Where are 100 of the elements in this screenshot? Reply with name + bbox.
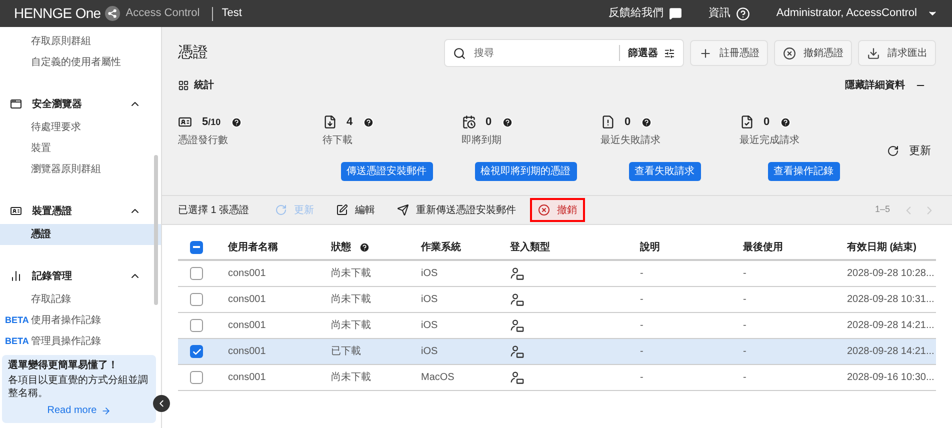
read-more-link[interactable]: Read more xyxy=(8,403,150,418)
stat-value: 0 xyxy=(486,114,492,130)
user-menu[interactable]: Administrator, AccessControl xyxy=(776,5,938,22)
help-icon xyxy=(362,116,374,128)
column-header: 狀態 xyxy=(331,240,351,254)
selection-count: 已選擇 1 張憑證 xyxy=(178,204,250,218)
filter-button[interactable]: 篩選器 xyxy=(628,46,675,60)
banner-text: 各項目以更直覺的方式分組並調整名稱。 xyxy=(8,374,149,400)
table-cell-text: cons001 xyxy=(228,345,267,359)
sidebar-item[interactable]: 憑證 xyxy=(0,224,161,245)
table-row[interactable]: cons001 尚未下載 iOS - - 2028-09-28 10:31... xyxy=(178,287,936,313)
table-cell-text: - xyxy=(640,319,644,333)
help-icon xyxy=(736,6,750,20)
stat-value: 4 xyxy=(346,114,353,130)
user-card-icon xyxy=(510,292,524,306)
sidebar-section[interactable]: 記錄管理 xyxy=(0,263,161,289)
beta-label: BETA xyxy=(5,314,29,327)
table-cell-text: cons001 xyxy=(228,319,267,333)
sidebar-item[interactable]: 自定義的使用者屬性 xyxy=(0,52,161,73)
section-title: 裝置憑證 xyxy=(32,204,72,218)
table-row[interactable]: cons001 尚未下載 MacOS - - 2028-09-16 10:30... xyxy=(178,365,936,391)
table-row[interactable]: cons001 已下載 iOS - - 2028-09-28 14:21... xyxy=(178,339,936,365)
stats-title: 統計 xyxy=(194,78,214,92)
table-cell-text: iOS xyxy=(421,319,439,333)
search-field[interactable]: 搜尋 篩選器 xyxy=(444,39,684,67)
banner-title: 選單變得更簡單易懂了！ xyxy=(8,360,119,372)
table-cell-text: - xyxy=(640,267,644,281)
toolbar-button[interactable]: 撤銷 xyxy=(530,198,586,222)
help-icon xyxy=(230,116,242,128)
checkbox[interactable] xyxy=(190,240,203,254)
sidebar-item[interactable]: BETA 管理員操作記錄 xyxy=(0,331,161,352)
plus-icon xyxy=(698,46,712,60)
checkbox[interactable] xyxy=(190,267,203,280)
checkbox[interactable] xyxy=(190,371,203,384)
table-cell-text: - xyxy=(743,319,748,333)
table-cell-text: 2028-09-28 14:21... xyxy=(847,345,936,359)
refresh-button[interactable]: 更新 xyxy=(887,143,931,160)
help-icon xyxy=(640,116,652,128)
page-title: 憑證 xyxy=(178,42,208,63)
table-row[interactable]: cons001 尚未下載 iOS - - 2028-09-28 10:28... xyxy=(178,261,936,287)
table-cell-text: - xyxy=(743,293,748,307)
checkbox[interactable] xyxy=(190,293,203,306)
hide-details-button[interactable]: 隱藏詳細資料 xyxy=(845,78,926,92)
table-cell-text: - xyxy=(640,293,644,307)
table-cell-text: 尚未下載 xyxy=(331,370,372,385)
table-cell-text: 尚未下載 xyxy=(331,318,372,333)
column-header: 作業系統 xyxy=(421,240,461,254)
sidebar-section[interactable]: 裝置憑證 xyxy=(0,198,161,224)
file-check-icon xyxy=(740,115,754,129)
action-button[interactable]: 撤銷憑證 xyxy=(774,40,852,66)
sidebar-item[interactable]: 裝置 xyxy=(0,138,161,159)
edit-icon xyxy=(336,204,348,216)
column-header: 登入類型 xyxy=(510,240,550,254)
sidebar-item[interactable]: 存取原則群組 xyxy=(0,31,161,52)
table-cell-text: - xyxy=(743,345,748,359)
column-header: 有效日期 (結束) xyxy=(847,240,916,254)
table-cell-text: - xyxy=(640,371,644,385)
product-name: Access Control xyxy=(126,6,200,22)
stat-button[interactable]: 傳送憑證安裝郵件 xyxy=(340,162,432,181)
share-icon xyxy=(104,6,120,21)
user-card-icon xyxy=(510,318,524,332)
table-cell-text: iOS xyxy=(421,267,439,281)
sliders-icon xyxy=(664,48,675,58)
stat-label: 即將到期 xyxy=(462,134,502,148)
sidebar-item[interactable]: 待處理要求 xyxy=(0,117,161,138)
file-warning-icon xyxy=(600,115,614,129)
section-title: 安全瀏覽器 xyxy=(32,97,82,112)
refresh-icon xyxy=(275,204,288,216)
window-icon xyxy=(10,98,22,110)
table-cell-text: iOS xyxy=(421,293,439,307)
section-title: 記錄管理 xyxy=(32,270,72,284)
sidebar-item[interactable]: 瀏覽器原則群組 xyxy=(0,159,161,180)
stat-button[interactable]: 查看失敗請求 xyxy=(628,162,700,181)
stat-button[interactable]: 查看操作記錄 xyxy=(768,162,840,181)
stat-label: 憑證發行數 xyxy=(178,134,229,148)
search-icon xyxy=(453,46,466,60)
table-cell-text: 2028-09-28 10:28... xyxy=(847,267,936,281)
stat-label: 最近完成請求 xyxy=(740,134,800,148)
action-button[interactable]: 請求匯出 xyxy=(858,40,936,66)
action-button[interactable]: 註冊憑證 xyxy=(690,40,768,66)
toolbar-button[interactable]: 重新傳送憑證安裝郵件 xyxy=(389,198,524,222)
stat-button[interactable]: 檢視即將到期的憑證 xyxy=(474,162,576,181)
user-card-icon xyxy=(510,370,524,384)
table-cell-text: iOS xyxy=(421,345,439,359)
sidebar-section[interactable]: 安全瀏覽器 xyxy=(0,91,161,117)
sidebar-item[interactable]: BETA 使用者操作記錄 xyxy=(0,310,161,331)
sidebar-item[interactable]: 存取記錄 xyxy=(0,289,161,310)
checkbox[interactable] xyxy=(190,345,203,358)
circle-x-icon xyxy=(538,204,550,216)
help-icon xyxy=(502,116,513,128)
circle-x-icon xyxy=(782,46,796,60)
stats-icon xyxy=(178,80,189,90)
stat-label: 待下載 xyxy=(322,134,354,148)
toolbar-button[interactable]: 編輯 xyxy=(328,198,384,222)
table-cell-text: 2028-09-16 10:30... xyxy=(847,371,936,385)
download-icon xyxy=(866,46,880,60)
feedback-link[interactable]: 反饋給我們 xyxy=(608,5,682,22)
info-link[interactable]: 資訊 xyxy=(708,5,750,22)
checkbox[interactable] xyxy=(190,319,203,332)
table-cell-text: 尚未下載 xyxy=(331,266,372,281)
